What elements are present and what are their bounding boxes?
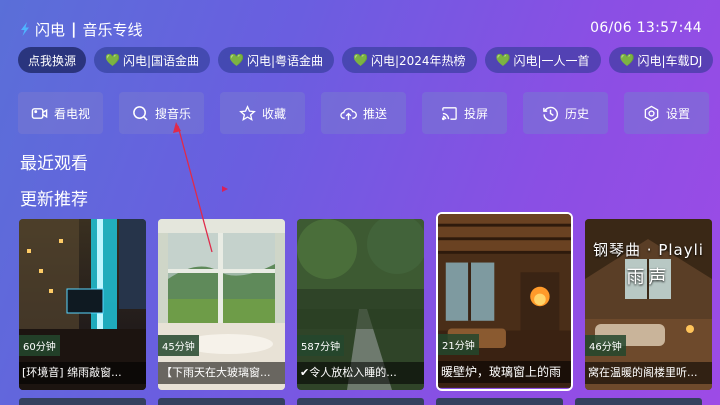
duration-badge: 21分钟 [438, 334, 479, 355]
video-card[interactable]: 587分钟 ✔令人放松入睡的... [297, 219, 424, 390]
action-bar: 看电视 搜音乐 收藏 推送 投屏 历史 设置 [18, 92, 709, 134]
cast-icon [441, 106, 457, 120]
recommended-cards: 60分钟 [环境音] 绵雨敲窗... 45分钟 【下雨天在大玻璃窗... 587… [19, 212, 712, 391]
header: 闪电 | 音乐专线 [18, 18, 143, 40]
video-card[interactable]: 钢琴曲 · Playli 雨声 46分钟 窝在温暖的阁楼里听... [585, 219, 712, 390]
settings-button[interactable]: 设置 [624, 92, 709, 134]
card-title: 暖壁炉，玻璃窗上的雨 [438, 361, 571, 383]
search-icon [133, 105, 148, 121]
recommended-section-title: 更新推荐 [20, 190, 88, 210]
heart-icon: 💚 [353, 53, 368, 67]
recent-section-title: 最近观看 [20, 154, 88, 174]
history-icon [543, 106, 558, 121]
favorites-button[interactable]: 收藏 [220, 92, 305, 134]
video-card[interactable]: 45分钟 【下雨天在大玻璃窗... [158, 219, 285, 390]
chip-cantonese-hits[interactable]: 💚 闪电|粤语金曲 [218, 47, 335, 73]
heart-icon: 💚 [495, 53, 511, 67]
focus-pointer-icon [222, 186, 228, 192]
card-banner-subtext: 雨声 [626, 267, 671, 288]
chip-car-dj[interactable]: 💚 闪电|车载DJ [608, 47, 714, 73]
section-name: 音乐专线 [82, 20, 143, 39]
history-button[interactable]: 历史 [523, 92, 608, 134]
change-source-chip[interactable]: 点我换源 [18, 47, 87, 73]
lightning-logo-icon [21, 22, 29, 36]
video-card[interactable]: 60分钟 [环境音] 绵雨敲窗... [19, 219, 146, 390]
source-chips: 点我换源 💚 闪电|国语金曲 💚 闪电|粤语金曲 💚 闪电|2024年热榜 💚 闪电|一… [18, 47, 714, 73]
tv-camera-icon [31, 107, 48, 119]
settings-icon [644, 105, 659, 121]
heart-icon: 💚 [619, 53, 635, 67]
cast-button[interactable]: 投屏 [422, 92, 507, 134]
cloud-upload-icon [340, 107, 357, 120]
card-title: 【下雨天在大玻璃窗... [158, 362, 285, 384]
chip-one-song-each[interactable]: 💚 闪电|一人一首 [484, 47, 601, 73]
next-row-preview [0, 398, 720, 405]
watch-tv-button[interactable]: 看电视 [18, 92, 103, 134]
duration-badge: 45分钟 [158, 335, 199, 356]
card-banner-text: 钢琴曲 · Playli [593, 241, 704, 259]
video-card-selected[interactable]: 21分钟 暖壁炉，玻璃窗上的雨 [436, 212, 573, 391]
duration-badge: 46分钟 [585, 335, 626, 356]
card-title: [环境音] 绵雨敲窗... [19, 362, 146, 384]
search-music-button[interactable]: 搜音乐 [119, 92, 204, 134]
push-button[interactable]: 推送 [321, 92, 406, 134]
clock: 06/06 13:57:44 [590, 20, 702, 36]
card-title: 窝在温暖的阁楼里听... [585, 362, 712, 384]
heart-icon: 💚 [229, 53, 244, 67]
star-icon [239, 104, 256, 121]
duration-badge: 60分钟 [19, 335, 60, 356]
app-name: 闪电 [35, 20, 66, 39]
card-title: ✔令人放松入睡的... [297, 362, 424, 384]
chip-mandarin-hits[interactable]: 💚 闪电|国语金曲 [94, 47, 211, 73]
chip-2024-chart[interactable]: 💚 闪电|2024年热榜 [342, 47, 477, 73]
heart-icon: 💚 [105, 53, 120, 67]
duration-badge: 587分钟 [297, 335, 345, 356]
